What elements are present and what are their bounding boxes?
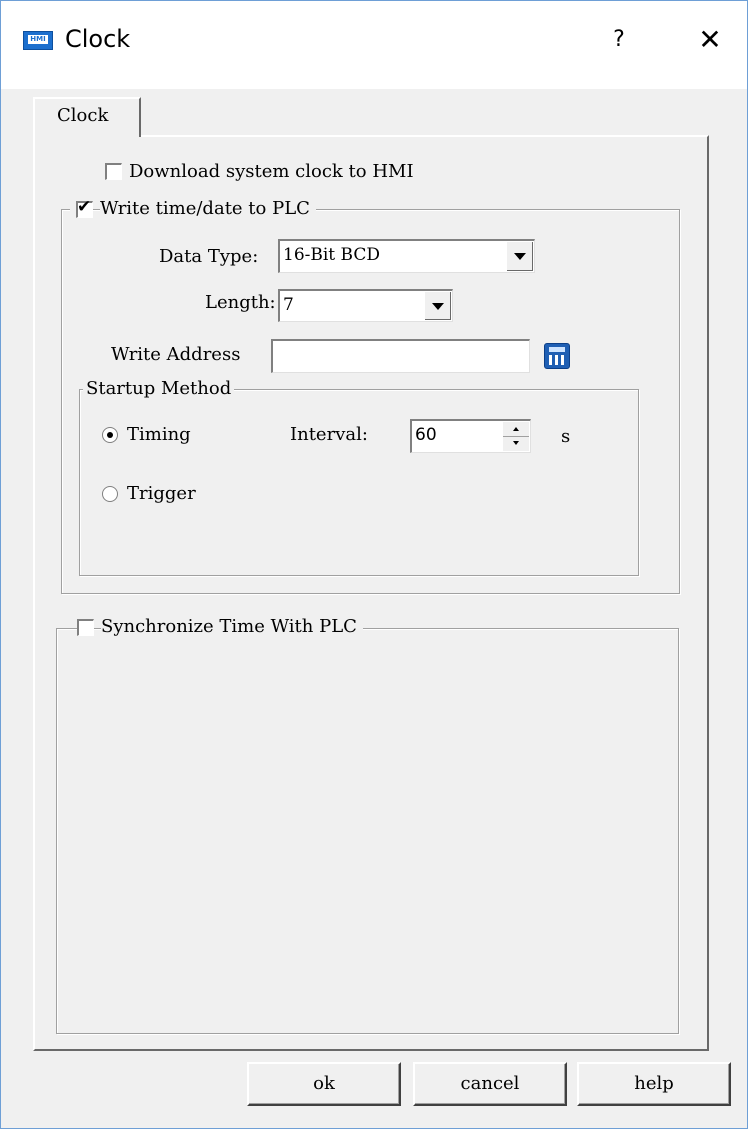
interval-unit: s <box>561 426 571 447</box>
write-address-label: Write Address <box>111 344 241 365</box>
write-time-checkbox[interactable]: ✔ <box>76 197 93 218</box>
download-clock-label: Download system clock to HMI <box>129 161 414 182</box>
chevron-down-icon[interactable] <box>424 292 451 320</box>
ok-button[interactable]: ok <box>247 1062 401 1106</box>
spin-up-icon[interactable] <box>503 422 529 437</box>
length-select[interactable]: 7 <box>278 289 453 322</box>
tab-clock-label: Clock <box>57 105 109 126</box>
data-type-label: Data Type: <box>159 246 259 267</box>
trigger-radio[interactable] <box>102 486 118 502</box>
spin-down-icon[interactable] <box>503 437 529 452</box>
length-value: 7 <box>283 295 294 315</box>
download-clock-checkbox[interactable] <box>105 163 122 180</box>
interval-label: Interval: <box>290 424 368 445</box>
startup-method-legend: Startup Method <box>83 378 235 399</box>
interval-spinbox[interactable]: 60 <box>410 419 531 453</box>
length-label: Length: <box>205 292 276 313</box>
sync-time-group <box>56 628 679 1034</box>
chevron-down-icon[interactable] <box>506 242 533 271</box>
clock-dialog: HMI Clock ? ✕ Clock Download system cloc… <box>0 0 748 1129</box>
help-button[interactable]: help <box>577 1062 731 1106</box>
hmi-icon: HMI <box>23 31 53 50</box>
timing-label: Timing <box>127 424 191 445</box>
sync-time-label: Synchronize Time With PLC <box>101 616 363 637</box>
window-title: Clock <box>65 25 131 53</box>
timing-radio[interactable] <box>102 427 118 443</box>
sync-time-checkbox[interactable] <box>77 619 94 636</box>
tab-clock[interactable]: Clock <box>33 97 141 137</box>
data-type-select[interactable]: 16-Bit BCD <box>278 239 535 273</box>
write-time-label: Write time/date to PLC <box>100 198 316 219</box>
hmi-icon-text: HMI <box>28 35 48 44</box>
calculator-icon[interactable] <box>544 343 570 369</box>
close-button[interactable]: ✕ <box>693 21 727 59</box>
help-title-button[interactable]: ? <box>604 23 634 57</box>
interval-spinner[interactable] <box>502 422 529 451</box>
trigger-label: Trigger <box>127 483 196 504</box>
interval-value: 60 <box>415 425 437 445</box>
cancel-button[interactable]: cancel <box>413 1062 567 1106</box>
data-type-value: 16-Bit BCD <box>283 245 380 265</box>
title-bar: HMI Clock ? ✕ <box>1 1 747 89</box>
check-mark-icon: ✔ <box>77 197 92 217</box>
write-address-input[interactable] <box>271 339 530 373</box>
